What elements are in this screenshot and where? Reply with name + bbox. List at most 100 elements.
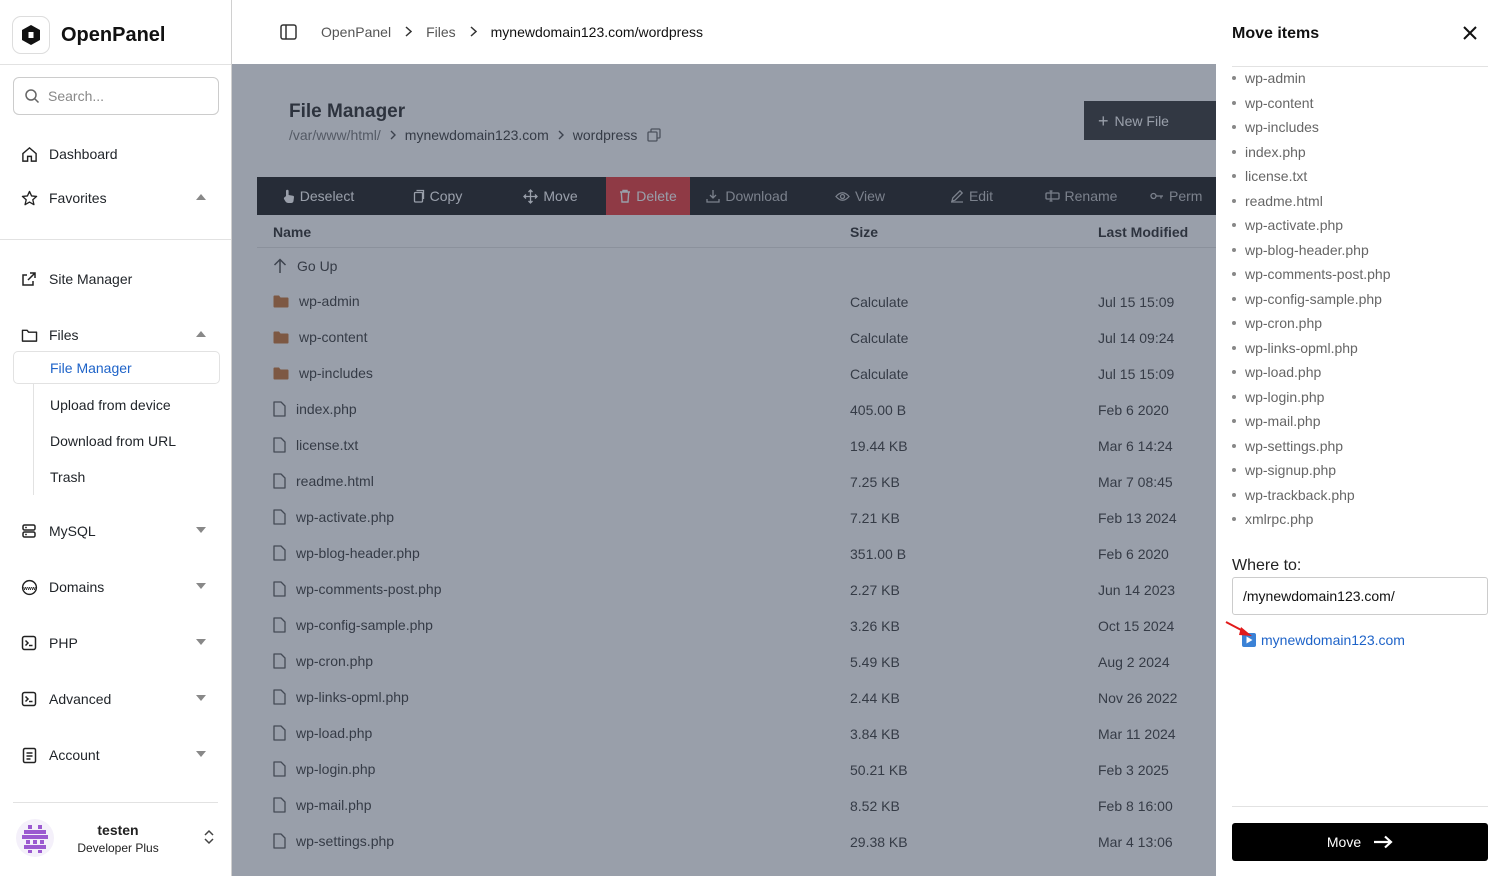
caret-up-icon	[196, 331, 206, 337]
file-size: 3.26 KB	[850, 618, 900, 634]
user-menu[interactable]: testen Developer Plus	[13, 819, 219, 857]
sidebar-item-dashboard[interactable]: Dashboard	[20, 142, 216, 166]
close-icon[interactable]	[1461, 24, 1479, 42]
file-size[interactable]: Calculate	[850, 366, 908, 382]
copy-button[interactable]: Copy	[380, 177, 495, 215]
file-size[interactable]: Calculate	[850, 294, 908, 310]
download-button[interactable]: Download	[690, 177, 804, 215]
file-icon	[273, 725, 286, 741]
copy-path-icon[interactable]	[647, 128, 662, 142]
selected-items-list: wp-admin wp-content wp-includes index.php li…	[1232, 66, 1488, 532]
file-icon	[273, 617, 286, 633]
file-icon	[273, 833, 286, 849]
list-item: wp-login.php	[1232, 385, 1488, 410]
sidebar-item-site-manager[interactable]: Site Manager	[20, 267, 216, 291]
table-row[interactable]: wp-content Calculate Jul 14 09:24	[257, 320, 1216, 356]
file-name: readme.html	[296, 473, 374, 489]
file-modified: Jul 15 15:09	[1098, 294, 1175, 310]
table-row[interactable]: license.txt 19.44 KB Mar 6 14:24	[257, 428, 1216, 464]
table-row[interactable]: wp-blog-header.php 351.00 B Feb 6 2020	[257, 536, 1216, 572]
file-size: 50.21 KB	[850, 762, 908, 778]
table-row[interactable]: wp-links-opml.php 2.44 KB Nov 26 2022	[257, 680, 1216, 716]
destination-suggestion[interactable]: mynewdomain123.com	[1242, 632, 1405, 648]
search-input[interactable]	[48, 88, 208, 104]
table-row[interactable]: wp-load.php 3.84 KB Mar 11 2024	[257, 716, 1216, 752]
new-file-button[interactable]: + New File	[1084, 101, 1216, 140]
sidebar-subitem-trash[interactable]: Trash	[50, 469, 85, 485]
sidebar-item-favorites[interactable]: Favorites	[20, 186, 216, 210]
action-toolbar: Deselect Copy Move Delete Download View	[257, 177, 1216, 215]
table-row[interactable]: wp-comments-post.php 2.27 KB Jun 14 2023	[257, 572, 1216, 608]
caret-down-icon	[196, 583, 206, 589]
bullet-icon	[1232, 468, 1236, 473]
table-row[interactable]: wp-admin Calculate Jul 15 15:09	[257, 284, 1216, 320]
table-row[interactable]: index.php 405.00 B Feb 6 2020	[257, 392, 1216, 428]
bullet-icon	[1232, 345, 1236, 350]
path-segment[interactable]: wordpress	[573, 127, 638, 143]
sidebar-item-domains[interactable]: www Domains	[20, 575, 216, 599]
bullet-icon	[1232, 517, 1236, 522]
bullet-icon	[1232, 394, 1236, 399]
column-header-size[interactable]: Size	[850, 224, 878, 240]
column-header-modified[interactable]: Last Modified	[1098, 224, 1188, 240]
sidebar: OpenPanel Dashboard Favorites Site Manag…	[0, 0, 232, 876]
path-segment[interactable]: /var/www/html/	[289, 127, 381, 143]
file-modified: Feb 6 2020	[1098, 546, 1169, 562]
move-arrows-icon	[523, 188, 539, 204]
deselect-button[interactable]: Deselect	[257, 177, 380, 215]
plus-icon: +	[1098, 110, 1109, 131]
item-name: license.txt	[1245, 168, 1308, 185]
pencil-icon	[950, 189, 964, 203]
destination-input[interactable]	[1232, 577, 1488, 615]
breadcrumb-item[interactable]: OpenPanel	[321, 24, 391, 40]
bullet-icon	[1232, 321, 1236, 326]
copy-label: Copy	[429, 188, 463, 204]
terminal-icon	[20, 634, 38, 652]
file-modified: Feb 6 2020	[1098, 402, 1169, 418]
sidebar-subitem-file-manager[interactable]: File Manager	[13, 351, 220, 384]
file-name: wp-config-sample.php	[296, 617, 433, 633]
search-box[interactable]	[13, 77, 219, 115]
sidebar-item-php[interactable]: PHP	[20, 631, 216, 655]
move-button[interactable]: Move	[495, 177, 606, 215]
download-icon	[706, 189, 721, 203]
table-row[interactable]: readme.html 7.25 KB Mar 7 08:45	[257, 464, 1216, 500]
table-row[interactable]: wp-cron.php 5.49 KB Aug 2 2024	[257, 644, 1216, 680]
breadcrumb-item[interactable]: Files	[426, 24, 456, 40]
table-row[interactable]: wp-includes Calculate Jul 15 15:09	[257, 356, 1216, 392]
bullet-icon	[1232, 198, 1236, 203]
table-row[interactable]: wp-login.php 50.21 KB Feb 3 2025	[257, 752, 1216, 788]
table-row[interactable]: wp-config-sample.php 3.26 KB Oct 15 2024	[257, 608, 1216, 644]
sidebar-item-account[interactable]: Account	[20, 743, 216, 767]
table-row[interactable]: wp-mail.php 8.52 KB Feb 8 16:00	[257, 788, 1216, 824]
file-size[interactable]: Calculate	[850, 330, 908, 346]
column-header-name[interactable]: Name	[273, 224, 311, 240]
list-item: xmlrpc.php	[1232, 507, 1488, 532]
file-modified: Oct 15 2024	[1098, 618, 1175, 634]
edit-button[interactable]: Edit	[916, 177, 1027, 215]
openpanel-logo-icon	[12, 16, 50, 54]
path-segment[interactable]: mynewdomain123.com	[405, 127, 549, 143]
go-up-row[interactable]: Go Up	[273, 258, 337, 274]
delete-button[interactable]: Delete	[606, 177, 690, 215]
permissions-button[interactable]: Perm	[1135, 177, 1216, 215]
sidebar-toggle-icon[interactable]	[280, 24, 297, 40]
table-row[interactable]: wp-settings.php 29.38 KB Mar 4 13:06	[257, 824, 1216, 860]
suggestion-label: mynewdomain123.com	[1261, 632, 1405, 648]
table-row[interactable]: wp-activate.php 7.21 KB Feb 13 2024	[257, 500, 1216, 536]
brand[interactable]: OpenPanel	[12, 16, 165, 54]
file-modified: Feb 3 2025	[1098, 762, 1169, 778]
sidebar-item-advanced[interactable]: Advanced	[20, 687, 216, 711]
view-button[interactable]: View	[804, 177, 916, 215]
confirm-move-button[interactable]: Move	[1232, 823, 1488, 861]
file-modified: Feb 8 16:00	[1098, 798, 1173, 814]
sidebar-item-label: Account	[49, 747, 100, 763]
sidebar-subitem-upload[interactable]: Upload from device	[50, 397, 171, 413]
file-modified: Mar 6 14:24	[1098, 438, 1173, 454]
sidebar-item-label: Site Manager	[49, 271, 133, 287]
sidebar-item-mysql[interactable]: MySQL	[20, 519, 216, 543]
rename-button[interactable]: Rename	[1027, 177, 1135, 215]
sidebar-item-files[interactable]: Files	[20, 323, 216, 347]
sidebar-subitem-download-url[interactable]: Download from URL	[50, 433, 176, 449]
item-name: wp-comments-post.php	[1245, 266, 1391, 283]
